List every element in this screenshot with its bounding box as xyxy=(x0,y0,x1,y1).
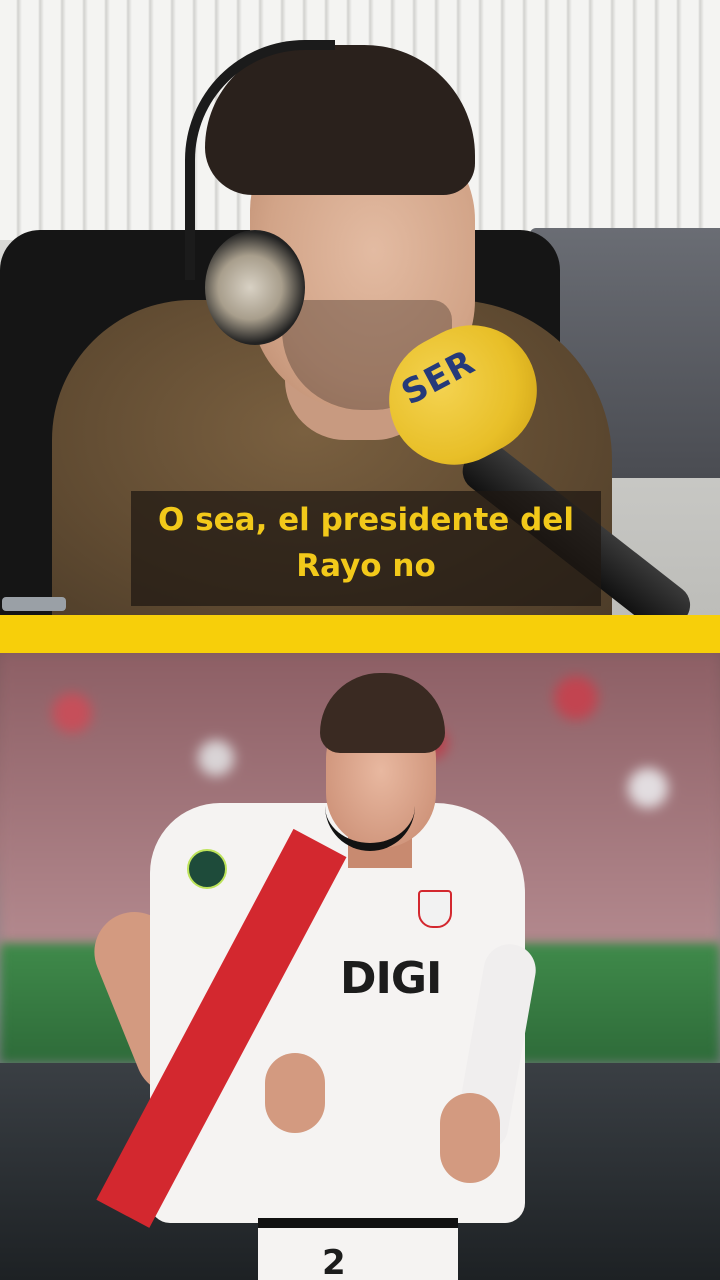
club-crest-icon xyxy=(418,890,452,928)
desk-cup xyxy=(2,597,66,611)
shorts-number: 2 xyxy=(322,1243,346,1280)
subtitle-line-2: Rayo no xyxy=(296,548,436,584)
jersey-sponsor: DIGI xyxy=(340,953,442,1004)
player-right-hand xyxy=(440,1093,500,1183)
headphones-icon xyxy=(205,230,305,345)
conference-league-badge-icon xyxy=(187,849,227,889)
player-left-hand xyxy=(265,1053,325,1133)
subtitle-line-1: O sea, el presidente del xyxy=(158,502,574,538)
studio-video-panel: SER O sea, el presidente del Rayo no xyxy=(0,0,720,615)
player-shorts xyxy=(258,1218,458,1280)
yellow-divider xyxy=(0,615,720,653)
player-photo-panel: DIGI 2 xyxy=(0,653,720,1280)
